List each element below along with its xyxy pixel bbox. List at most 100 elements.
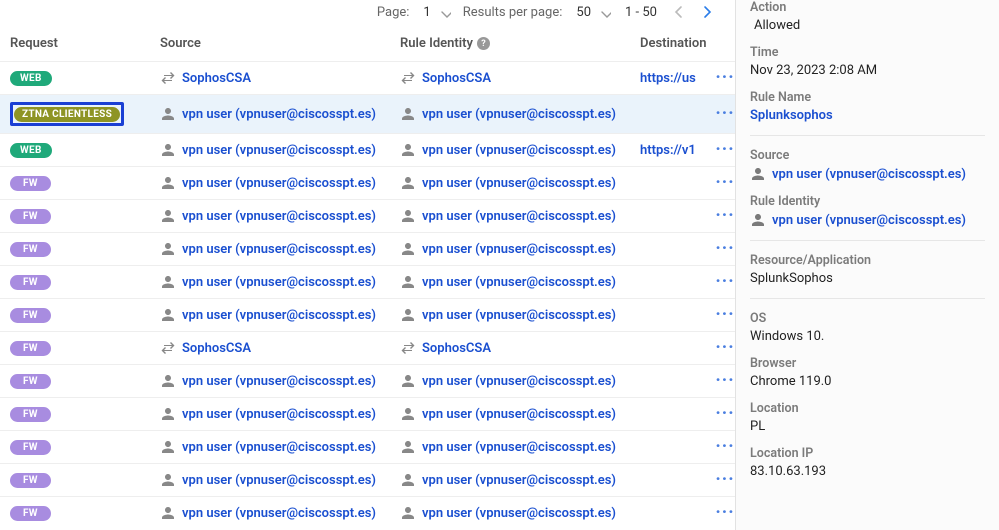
page-select[interactable]: 1 — [421, 5, 450, 20]
user-icon — [400, 241, 416, 257]
fw-badge: FW — [10, 506, 51, 521]
more-actions-button[interactable]: ··· — [715, 469, 734, 490]
col-header-rule[interactable]: Rule Identity ? — [400, 36, 640, 51]
resource-label: Resource/Application — [750, 253, 985, 268]
rulename-value[interactable]: Splunksophos — [750, 108, 985, 123]
table-row[interactable]: FW vpn user (vpnuser@ciscosspt.es) vpn use… — [0, 364, 735, 397]
swap-icon — [160, 340, 176, 356]
fw-badge: FW — [10, 440, 51, 455]
table-row[interactable]: FWvpn user (vpnuser@ciscosspt.es)vpn use… — [0, 232, 735, 265]
time-value: Nov 23, 2023 2:08 AM — [750, 63, 985, 78]
source-link[interactable]: vpn user (vpnuser@ciscosspt.es) — [182, 275, 376, 290]
os-label: OS — [750, 311, 985, 326]
user-icon — [160, 472, 176, 488]
source-link[interactable]: SophosCSA — [182, 341, 251, 356]
table-row[interactable]: FWvpn user (vpnuser@ciscosspt.es)vpn use… — [0, 298, 735, 331]
col-header-destination[interactable]: Destination — [640, 36, 710, 51]
source-link[interactable]: vpn user (vpnuser@ciscosspt.es) — [182, 308, 376, 323]
rule-link[interactable]: vpn user (vpnuser@ciscosspt.es) — [422, 275, 616, 290]
source-link[interactable]: vpn user (vpnuser@ciscosspt.es) — [182, 473, 376, 488]
source-link[interactable]: vpn user (vpnuser@ciscosspt.es) — [182, 209, 376, 224]
user-icon — [400, 439, 416, 455]
more-actions-button[interactable]: ··· — [715, 172, 734, 193]
rule-link[interactable]: vpn user (vpnuser@ciscosspt.es) — [422, 209, 616, 224]
col-header-request[interactable]: Request — [10, 36, 160, 51]
source-value[interactable]: vpn user (vpnuser@ciscosspt.es) — [750, 166, 985, 182]
table-row[interactable]: FWvpn user (vpnuser@ciscosspt.es)vpn use… — [0, 166, 735, 199]
more-actions-button[interactable]: ··· — [715, 436, 734, 457]
rule-link[interactable]: vpn user (vpnuser@ciscosspt.es) — [422, 242, 616, 257]
rule-link[interactable]: vpn user (vpnuser@ciscosspt.es) — [422, 107, 616, 122]
rule-link[interactable]: vpn user (vpnuser@ciscosspt.es) — [422, 308, 616, 323]
destination-link[interactable]: https://us — [640, 71, 696, 86]
swap-icon — [160, 70, 176, 86]
browser-label: Browser — [750, 356, 985, 371]
more-actions-button[interactable]: ··· — [715, 370, 734, 391]
rule-link[interactable]: vpn user (vpnuser@ciscosspt.es) — [422, 176, 616, 191]
rule-link[interactable]: vpn user (vpnuser@ciscosspt.es) — [422, 440, 616, 455]
rule-link[interactable]: vpn user (vpnuser@ciscosspt.es) — [422, 473, 616, 488]
source-link[interactable]: vpn user (vpnuser@ciscosspt.es) — [182, 506, 376, 521]
web-badge: WEB — [10, 143, 52, 158]
rule-link[interactable]: SophosCSA — [422, 341, 491, 356]
source-link[interactable]: SophosCSA — [182, 71, 251, 86]
rule-link[interactable]: vpn user (vpnuser@ciscosspt.es) — [422, 374, 616, 389]
more-actions-button[interactable]: ··· — [715, 67, 734, 88]
more-actions-button[interactable]: ··· — [715, 205, 734, 226]
info-icon[interactable]: ? — [477, 37, 490, 50]
more-actions-button[interactable]: ··· — [715, 271, 734, 292]
locip-label: Location IP — [750, 446, 985, 461]
next-page-button[interactable] — [699, 4, 715, 20]
more-actions-button[interactable]: ··· — [715, 103, 734, 124]
table-row[interactable]: FW SophosCSA SophosCSA ··· — [0, 331, 735, 364]
more-actions-button[interactable]: ··· — [715, 139, 734, 160]
rule-link[interactable]: vpn user (vpnuser@ciscosspt.es) — [422, 143, 616, 158]
detail-panel: Action Allowed Time Nov 23, 2023 2:08 AM… — [735, 0, 999, 530]
fw-badge: FW — [10, 407, 51, 422]
rule-link[interactable]: SophosCSA — [422, 71, 491, 86]
user-icon — [750, 166, 766, 182]
ruleid-value[interactable]: vpn user (vpnuser@ciscosspt.es) — [750, 212, 985, 228]
source-link[interactable]: vpn user (vpnuser@ciscosspt.es) — [182, 242, 376, 257]
table-row[interactable]: FW vpn user (vpnuser@ciscosspt.es) vpn use… — [0, 397, 735, 430]
user-icon — [400, 373, 416, 389]
destination-link[interactable]: https://v1 — [640, 143, 696, 158]
fw-badge: FW — [10, 473, 51, 488]
rule-link[interactable]: vpn user (vpnuser@ciscosspt.es) — [422, 407, 616, 422]
source-link[interactable]: vpn user (vpnuser@ciscosspt.es) — [182, 107, 376, 122]
browser-value: Chrome 119.0 — [750, 374, 985, 389]
locip-value: 83.10.63.193 — [750, 464, 985, 479]
user-icon — [160, 373, 176, 389]
table-row[interactable]: WEBSophosCSASophosCSAhttps://us··· — [0, 61, 735, 94]
table-row[interactable]: FW vpn user (vpnuser@ciscosspt.es) vpn use… — [0, 430, 735, 463]
user-icon — [400, 472, 416, 488]
table-row[interactable]: FW vpn user (vpnuser@ciscosspt.es) vpn use… — [0, 463, 735, 496]
table-row[interactable]: FW vpn user (vpnuser@ciscosspt.es) vpn use… — [0, 496, 735, 529]
user-icon — [400, 142, 416, 158]
user-icon — [400, 406, 416, 422]
more-actions-button[interactable]: ··· — [715, 238, 734, 259]
rule-link[interactable]: vpn user (vpnuser@ciscosspt.es) — [422, 506, 616, 521]
table-row[interactable]: WEB vpn user (vpnuser@ciscosspt.es) vpn us… — [0, 133, 735, 166]
more-actions-button[interactable]: ··· — [715, 304, 734, 325]
source-link[interactable]: vpn user (vpnuser@ciscosspt.es) — [182, 374, 376, 389]
prev-page-button[interactable] — [671, 4, 687, 20]
table-row[interactable]: FWvpn user (vpnuser@ciscosspt.es)vpn use… — [0, 265, 735, 298]
results-select[interactable]: 50 — [574, 5, 611, 20]
action-label: Action — [750, 0, 985, 15]
col-header-source[interactable]: Source — [160, 36, 400, 51]
source-link[interactable]: vpn user (vpnuser@ciscosspt.es) — [182, 407, 376, 422]
fw-badge: FW — [10, 341, 51, 356]
source-link[interactable]: vpn user (vpnuser@ciscosspt.es) — [182, 143, 376, 158]
source-link[interactable]: vpn user (vpnuser@ciscosspt.es) — [182, 440, 376, 455]
table-row[interactable]: ZTNA CLIENTLESSvpn user (vpnuser@ciscoss… — [0, 94, 735, 133]
action-value: Allowed — [750, 18, 985, 33]
more-actions-button[interactable]: ··· — [715, 502, 734, 523]
more-actions-button[interactable]: ··· — [715, 403, 734, 424]
more-actions-button[interactable]: ··· — [715, 337, 734, 358]
fw-badge: FW — [10, 374, 51, 389]
source-link[interactable]: vpn user (vpnuser@ciscosspt.es) — [182, 176, 376, 191]
ruleid-label: Rule Identity — [750, 194, 985, 209]
table-row[interactable]: FWvpn user (vpnuser@ciscosspt.es)vpn use… — [0, 199, 735, 232]
log-table: Request Source Rule Identity ? Destinati… — [0, 28, 735, 529]
